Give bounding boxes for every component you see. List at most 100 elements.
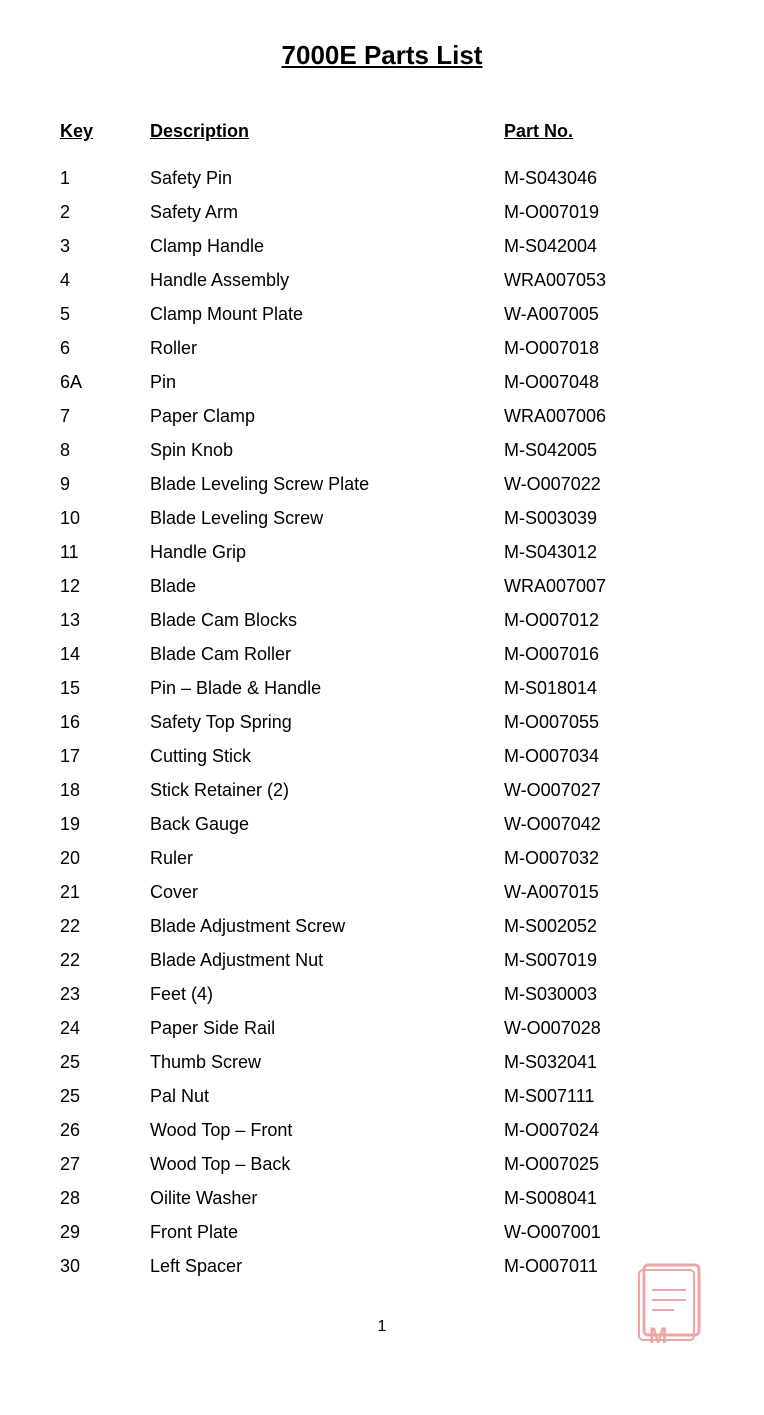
part-description: Blade Leveling Screw Plate: [150, 474, 504, 495]
table-row: 30Left SpacerM-O007011: [60, 1254, 704, 1288]
part-key: 14: [60, 644, 150, 665]
table-row: 13Blade Cam BlocksM-O007012: [60, 608, 704, 642]
part-number: M-O007032: [504, 848, 704, 869]
part-number: WRA007053: [504, 270, 704, 291]
part-description: Front Plate: [150, 1222, 504, 1243]
part-key: 16: [60, 712, 150, 733]
part-number: M-O007048: [504, 372, 704, 393]
part-number: M-S043046: [504, 168, 704, 189]
part-key: 21: [60, 882, 150, 903]
part-description: Blade: [150, 576, 504, 597]
part-key: 19: [60, 814, 150, 835]
part-description: Pin – Blade & Handle: [150, 678, 504, 699]
header-description: Description: [150, 121, 504, 142]
part-description: Left Spacer: [150, 1256, 504, 1277]
part-number: M-S007019: [504, 950, 704, 971]
part-description: Pal Nut: [150, 1086, 504, 1107]
table-row: 5Clamp Mount PlateW-A007005: [60, 302, 704, 336]
part-description: Safety Top Spring: [150, 712, 504, 733]
part-description: Handle Grip: [150, 542, 504, 563]
part-key: 23: [60, 984, 150, 1005]
part-description: Safety Arm: [150, 202, 504, 223]
part-number: W-O007028: [504, 1018, 704, 1039]
header-key: Key: [60, 121, 150, 142]
part-number: M-O007024: [504, 1120, 704, 1141]
part-description: Blade Cam Blocks: [150, 610, 504, 631]
part-description: Handle Assembly: [150, 270, 504, 291]
parts-table: 1Safety PinM-S0430462Safety ArmM-O007019…: [60, 166, 704, 1288]
part-number: M-O007025: [504, 1154, 704, 1175]
part-description: Wood Top – Front: [150, 1120, 504, 1141]
part-number: W-O007042: [504, 814, 704, 835]
page-title: 7000E Parts List: [60, 40, 704, 71]
part-key: 9: [60, 474, 150, 495]
part-number: WRA007007: [504, 576, 704, 597]
part-number: M-O007055: [504, 712, 704, 733]
svg-text:M: M: [649, 1323, 667, 1348]
part-description: Spin Knob: [150, 440, 504, 461]
table-row: 6APinM-O007048: [60, 370, 704, 404]
table-row: 8Spin KnobM-S042005: [60, 438, 704, 472]
part-key: 3: [60, 236, 150, 257]
part-key: 11: [60, 542, 150, 563]
part-key: 17: [60, 746, 150, 767]
part-number: M-O007034: [504, 746, 704, 767]
part-description: Cover: [150, 882, 504, 903]
part-description: Paper Clamp: [150, 406, 504, 427]
header-partno: Part No.: [504, 121, 704, 142]
table-row: 14Blade Cam RollerM-O007016: [60, 642, 704, 676]
part-number: M-S032041: [504, 1052, 704, 1073]
part-number: M-S030003: [504, 984, 704, 1005]
table-row: 25Thumb ScrewM-S032041: [60, 1050, 704, 1084]
part-key: 20: [60, 848, 150, 869]
part-number: M-O007019: [504, 202, 704, 223]
table-row: 7Paper ClampWRA007006: [60, 404, 704, 438]
part-description: Blade Adjustment Screw: [150, 916, 504, 937]
part-key: 2: [60, 202, 150, 223]
part-number: W-A007005: [504, 304, 704, 325]
table-row: 2Safety ArmM-O007019: [60, 200, 704, 234]
table-row: 15Pin – Blade & HandleM-S018014: [60, 676, 704, 710]
table-row: 18Stick Retainer (2)W-O007027: [60, 778, 704, 812]
table-row: 17Cutting StickM-O007034: [60, 744, 704, 778]
part-key: 24: [60, 1018, 150, 1039]
part-key: 4: [60, 270, 150, 291]
table-header: Key Description Part No.: [60, 121, 704, 146]
part-number: M-S018014: [504, 678, 704, 699]
table-row: 20RulerM-O007032: [60, 846, 704, 880]
part-number: W-A007015: [504, 882, 704, 903]
part-key: 30: [60, 1256, 150, 1277]
table-row: 9Blade Leveling Screw PlateW-O007022: [60, 472, 704, 506]
part-key: 22: [60, 950, 150, 971]
part-number: M-S002052: [504, 916, 704, 937]
table-row: 11Handle GripM-S043012: [60, 540, 704, 574]
part-key: 15: [60, 678, 150, 699]
part-key: 25: [60, 1052, 150, 1073]
part-key: 26: [60, 1120, 150, 1141]
table-row: 22Blade Adjustment NutM-S007019: [60, 948, 704, 982]
page-number: 1: [60, 1318, 704, 1336]
table-row: 27Wood Top – BackM-O007025: [60, 1152, 704, 1186]
part-description: Pin: [150, 372, 504, 393]
part-key: 6A: [60, 372, 150, 393]
table-row: 21CoverW-A007015: [60, 880, 704, 914]
part-description: Blade Cam Roller: [150, 644, 504, 665]
table-row: 22Blade Adjustment ScrewM-S002052: [60, 914, 704, 948]
watermark: M: [624, 1255, 724, 1355]
part-description: Cutting Stick: [150, 746, 504, 767]
part-number: M-O007016: [504, 644, 704, 665]
part-number: W-O007027: [504, 780, 704, 801]
part-key: 12: [60, 576, 150, 597]
part-key: 13: [60, 610, 150, 631]
part-description: Clamp Handle: [150, 236, 504, 257]
part-key: 28: [60, 1188, 150, 1209]
table-row: 28Oilite WasherM-S008041: [60, 1186, 704, 1220]
part-description: Blade Adjustment Nut: [150, 950, 504, 971]
table-row: 25Pal NutM-S007111: [60, 1084, 704, 1118]
table-row: 1Safety PinM-S043046: [60, 166, 704, 200]
part-description: Oilite Washer: [150, 1188, 504, 1209]
part-key: 6: [60, 338, 150, 359]
table-row: 16Safety Top SpringM-O007055: [60, 710, 704, 744]
part-number: M-S042004: [504, 236, 704, 257]
part-key: 25: [60, 1086, 150, 1107]
